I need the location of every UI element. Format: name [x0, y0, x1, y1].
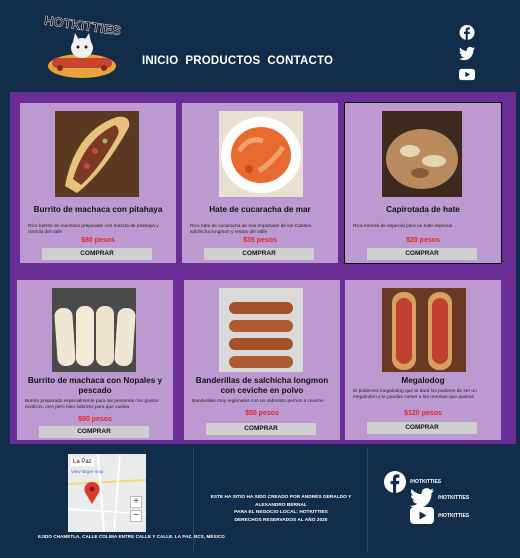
facebook-icon[interactable]: [459, 25, 475, 40]
hotkitties-logo[interactable]: HOTKITTIES: [32, 14, 132, 84]
location-map[interactable]: La Paz View larger map + −: [68, 454, 146, 532]
product-description: El poderoso megalodog que te dará los po…: [353, 389, 477, 400]
products-section: Burrito de machaca con pitahaya Rico bur…: [10, 92, 516, 444]
product-image: [382, 111, 462, 197]
product-title: Capirotada de hate: [386, 205, 460, 214]
buy-button[interactable]: COMPRAR: [206, 423, 316, 435]
map-zoom-in-button[interactable]: +: [130, 496, 142, 508]
footer-divider: [367, 448, 368, 552]
social-handle[interactable]: /HOTKITTIES: [438, 495, 469, 501]
buy-button[interactable]: COMPRAR: [204, 248, 314, 260]
twitter-icon[interactable]: [459, 46, 475, 61]
buy-button[interactable]: COMPRAR: [42, 248, 152, 260]
credits-line: PARA EL NEGOCIO LOCAL: HOTKITTIES: [234, 510, 328, 515]
product-price: $90 pesos: [78, 416, 112, 423]
product-card: Burrito de machaca con Nopales y pescado…: [17, 280, 173, 440]
site-header: HOTKITTIES INICIO PRODUCTOS CONTACTO: [0, 0, 520, 90]
product-description: Burrito preparado especialmente para las…: [25, 399, 159, 410]
map-place-label: La Paz: [71, 458, 94, 466]
product-description: Rico hate de cucaracha de mar importado …: [190, 224, 313, 235]
product-description: Rica mezcla de especial para un hate esp…: [353, 224, 452, 229]
main-nav: INICIO PRODUCTOS CONTACTO: [142, 55, 333, 67]
product-title: Megalodog: [401, 376, 445, 385]
product-card: Banderillas de salchicha longmon con cev…: [184, 280, 340, 440]
header-social: [459, 25, 475, 82]
product-title: Hate de cucaracha de mar: [209, 205, 311, 214]
social-handle[interactable]: /HOTKITTIES: [438, 513, 469, 519]
product-image: [55, 111, 139, 197]
social-handle[interactable]: /HOTKITTIES: [410, 479, 441, 485]
map-larger-link[interactable]: View larger map: [71, 469, 103, 474]
product-price: $50 pesos: [245, 410, 279, 417]
product-description: Banderillas muy regionales con un sabors…: [192, 399, 324, 404]
product-card: Hate de cucaracha de mar Rico hate de cu…: [182, 103, 338, 263]
product-price: $80 pesos: [81, 237, 115, 244]
product-card: Burrito de machaca con pitahaya Rico bur…: [20, 103, 176, 263]
credits-line: DERECHOS RESERVADOS AL AÑO 2020: [234, 517, 328, 523]
product-image: [52, 288, 136, 372]
youtube-icon[interactable]: [410, 507, 434, 524]
footer-credits: ESTE HA SITIO HA SIDO CREADO POR ANDRÉS …: [196, 494, 366, 524]
facebook-icon[interactable]: [384, 471, 406, 493]
twitter-icon[interactable]: [410, 488, 434, 508]
youtube-icon[interactable]: [459, 67, 475, 82]
product-title: Banderillas de salchicha longmon con cev…: [195, 376, 329, 395]
product-description: Rico burrito de machaca preparado con me…: [28, 224, 159, 235]
product-price: $20 pesos: [406, 237, 440, 244]
product-price: $120 pesos: [404, 410, 442, 417]
nav-contacto[interactable]: CONTACTO: [267, 55, 333, 67]
nav-productos[interactable]: PRODUCTOS: [185, 55, 260, 67]
footer-social-twitter[interactable]: /HOTKITTIES: [410, 488, 469, 508]
product-card: Capirotada de hate Rica mezcla de especi…: [344, 102, 502, 264]
product-image: [382, 288, 466, 372]
buy-button[interactable]: COMPRAR: [367, 422, 477, 434]
buy-button[interactable]: COMPRAR: [39, 426, 149, 438]
product-price: $35 pesos: [243, 237, 277, 244]
footer-social-youtube[interactable]: /HOTKITTIES: [410, 507, 469, 524]
site-footer: La Paz View larger map + − EJIDO CHAMETL…: [0, 446, 520, 558]
product-image: [219, 288, 303, 372]
logo-text: HOTKITTIES: [43, 14, 122, 38]
product-image: [219, 111, 303, 197]
buy-button[interactable]: COMPRAR: [367, 248, 477, 260]
product-card: Megalodog El poderoso megalodog que te d…: [345, 280, 501, 440]
nav-inicio[interactable]: INICIO: [142, 55, 178, 67]
product-title: Burrito de machaca con pitahaya: [33, 205, 163, 214]
map-zoom-out-button[interactable]: −: [130, 510, 142, 522]
product-title: Burrito de machaca con Nopales y pescado: [27, 376, 163, 395]
credits-line: ESTE HA SITIO HA SIDO CREADO POR ANDRÉS …: [210, 495, 352, 508]
footer-address: EJIDO CHAMETLA, CALLE COLIMA ENTRE CALLE…: [38, 534, 225, 539]
